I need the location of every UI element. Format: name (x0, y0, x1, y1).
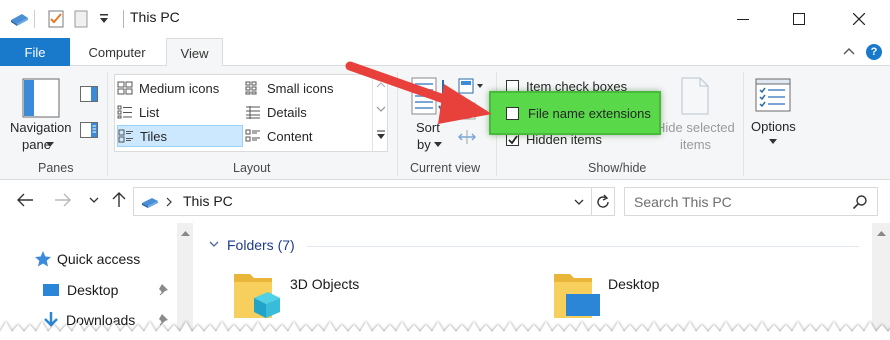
maximize-button[interactable] (776, 0, 822, 38)
section-collapse-chevron-icon[interactable] (209, 241, 219, 247)
tab-file[interactable]: File (0, 38, 70, 66)
tab-view[interactable]: View (166, 38, 223, 67)
tiles-icon (118, 129, 134, 143)
this-pc-icon (142, 198, 158, 208)
folder-desktop-icon[interactable] (552, 268, 602, 322)
small-icons-icon (245, 81, 261, 95)
group-separator (743, 72, 744, 176)
recent-locations-chevron-down-icon[interactable] (89, 197, 99, 203)
show-hide-group-label: Show/hide (588, 161, 647, 175)
file-name-extensions-label[interactable]: File name extensions (528, 106, 651, 121)
torn-edge-decoration (0, 322, 890, 340)
scroll-up-icon[interactable] (181, 231, 190, 237)
checkmark-icon (508, 135, 518, 145)
address-divider (591, 188, 592, 215)
layout-medium-icons[interactable]: Medium icons (117, 77, 241, 99)
layout-tiles[interactable]: Tiles (117, 125, 243, 147)
pin-icon[interactable] (158, 283, 170, 297)
search-icon[interactable] (852, 194, 868, 210)
address-history-chevron-down-icon[interactable] (574, 199, 584, 205)
details-icon (245, 105, 261, 119)
layout-details-label: Details (267, 104, 307, 120)
navigation-pane-icon[interactable] (22, 78, 62, 122)
up-icon[interactable] (112, 192, 126, 208)
qa-separator (34, 10, 35, 28)
search-placeholder: Search This PC (634, 194, 732, 210)
address-bar[interactable]: This PC (133, 187, 615, 216)
medium-icons-icon (117, 81, 133, 95)
navigation-pane-dropdown-icon[interactable] (46, 142, 54, 148)
options-icon[interactable] (755, 78, 793, 116)
content-icon (245, 129, 261, 143)
window-title: This PC (130, 9, 180, 25)
layout-group-label: Layout (233, 161, 271, 175)
minimize-button[interactable] (720, 0, 766, 38)
desktop-icon (43, 284, 59, 296)
close-button[interactable] (836, 0, 882, 38)
hide-selected-items-label-2: items (680, 137, 712, 152)
breadcrumb-chevron-icon[interactable] (166, 197, 172, 207)
section-divider (307, 246, 859, 247)
tab-computer[interactable]: Computer (76, 38, 158, 66)
layout-list[interactable]: List (117, 101, 241, 123)
close-icon (853, 13, 865, 25)
list-icon (117, 105, 133, 119)
new-document-icon[interactable] (74, 10, 88, 28)
layout-tiles-label: Tiles (140, 128, 167, 144)
refresh-icon[interactable] (595, 194, 611, 210)
nav-item-label: Quick access (57, 251, 141, 267)
sort-by-dropdown-icon[interactable] (434, 142, 442, 148)
nav-item-desktop[interactable]: Desktop (42, 278, 118, 302)
options-dropdown-icon[interactable] (769, 139, 777, 145)
layout-list-label: List (139, 104, 160, 120)
layout-small-icons-label: Small icons (267, 80, 334, 96)
sort-by-label-2[interactable]: by (417, 137, 431, 152)
title-separator (123, 10, 124, 28)
layout-medium-icons-label: Medium icons (139, 80, 220, 96)
hide-selected-items-icon (681, 77, 709, 115)
back-icon[interactable] (16, 192, 34, 208)
folder-label-3d-objects[interactable]: 3D Objects (290, 276, 359, 292)
hide-selected-items-label-1: Hide selected (656, 120, 735, 135)
current-view-group-label: Current view (410, 161, 481, 175)
annotation-arrow-icon (345, 61, 492, 124)
minimize-icon (737, 19, 749, 20)
details-pane-icon[interactable] (80, 122, 98, 138)
collapse-ribbon-icon[interactable] (843, 47, 855, 55)
folder-3d-objects-icon[interactable] (232, 268, 282, 322)
this-pc-icon (11, 14, 28, 26)
maximize-icon (793, 13, 805, 25)
nav-item-label: Desktop (67, 282, 119, 298)
nav-item-quick-access[interactable]: Quick access (34, 247, 140, 271)
options-label[interactable]: Options (751, 119, 796, 134)
help-icon[interactable]: ? (866, 44, 882, 60)
preview-pane-icon[interactable] (80, 86, 98, 102)
layout-content-label: Content (267, 128, 313, 144)
customize-quick-access-icon[interactable] (99, 13, 109, 25)
forward-icon[interactable] (54, 192, 72, 208)
scroll-up-icon[interactable] (877, 231, 886, 237)
properties-icon[interactable] (48, 10, 64, 28)
star-icon (35, 251, 51, 267)
breadcrumb-this-pc[interactable]: This PC (183, 193, 233, 209)
search-box[interactable]: Search This PC (624, 187, 878, 216)
panes-group-label: Panes (38, 161, 74, 175)
group-separator (107, 72, 108, 176)
folders-section-header[interactable]: Folders (7) (227, 237, 295, 253)
folder-label-desktop[interactable]: Desktop (608, 276, 659, 292)
title-bar: This PC (0, 0, 890, 38)
navigation-pane-label-1[interactable]: Navigation (10, 120, 71, 135)
